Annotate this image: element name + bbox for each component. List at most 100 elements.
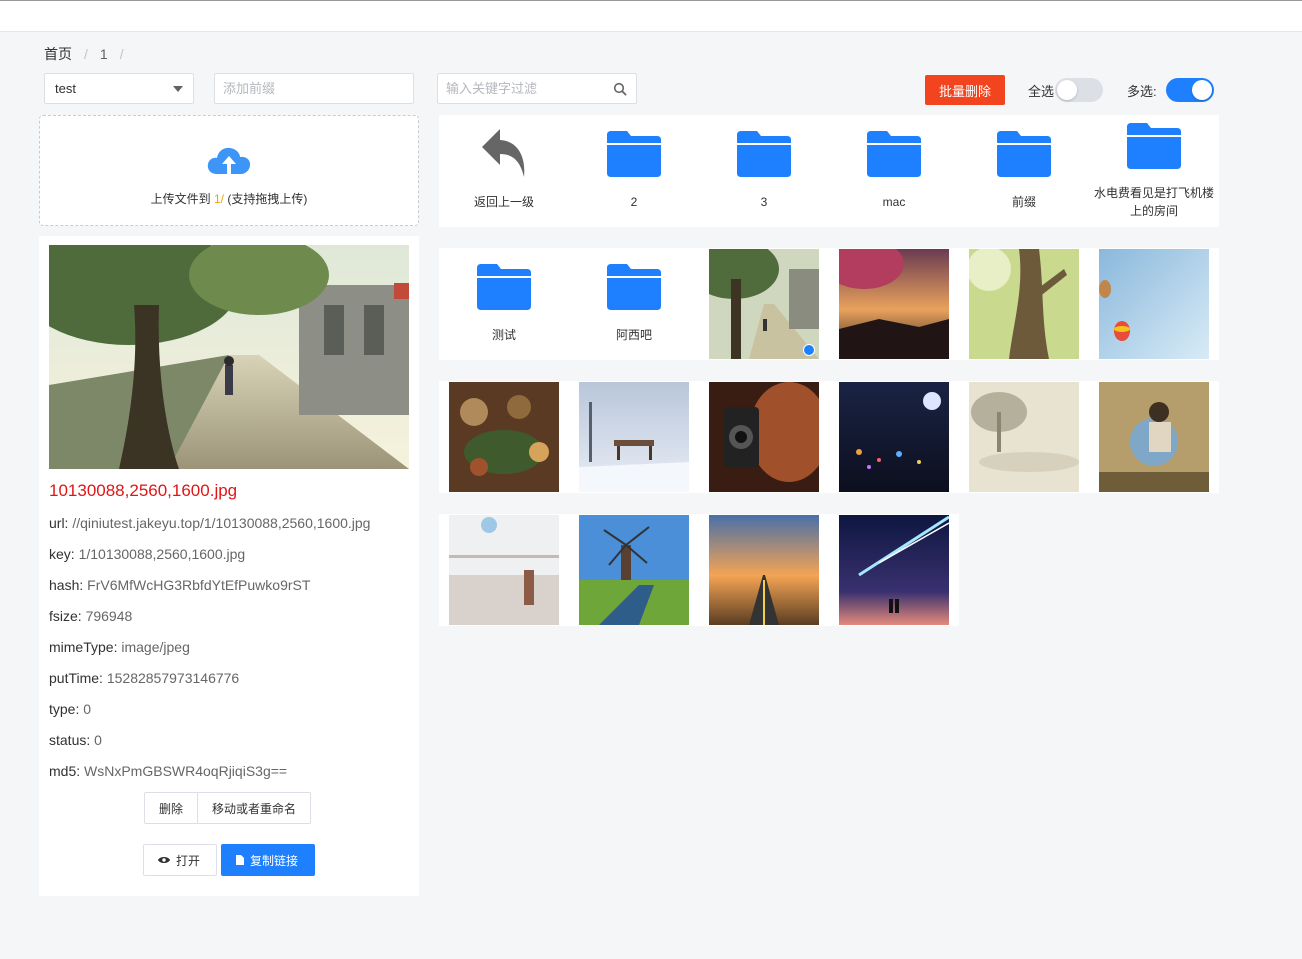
info-url: url: //qiniutest.jakeyu.top/1/10130088,2… bbox=[49, 515, 370, 531]
image-tile[interactable] bbox=[699, 248, 829, 360]
multi-select-label: 多选: bbox=[1127, 84, 1157, 99]
batch-delete-button[interactable]: 批量删除 bbox=[925, 75, 1005, 105]
selected-check-icon bbox=[803, 344, 815, 356]
delete-button[interactable]: 删除 bbox=[144, 792, 199, 824]
image-tile[interactable] bbox=[1089, 381, 1219, 493]
info-fsize: fsize: 796948 bbox=[49, 608, 132, 624]
toggle-knob bbox=[1057, 80, 1077, 100]
info-md5: md5: WsNxPmGBSWR4oqRjiqiS3g== bbox=[49, 763, 287, 779]
folder-icon bbox=[867, 131, 921, 177]
toggle-knob bbox=[1192, 80, 1212, 100]
folder-tile[interactable]: mac bbox=[829, 115, 959, 227]
image-tile[interactable] bbox=[439, 514, 569, 626]
image-tile[interactable] bbox=[569, 381, 699, 493]
info-key-label: key: bbox=[49, 546, 75, 562]
breadcrumb-separator: / bbox=[119, 46, 124, 62]
bucket-select-value: test bbox=[55, 81, 76, 96]
folder-name: 水电费看见是打飞机楼上的房间 bbox=[1093, 186, 1214, 218]
copy-link-button[interactable]: 复制链接 bbox=[221, 844, 315, 876]
file-name-title: 10130088,2560,1600.jpg bbox=[49, 481, 238, 500]
image-thumbnail bbox=[709, 249, 819, 359]
image-tile[interactable] bbox=[439, 381, 569, 493]
breadcrumb-separator: / bbox=[84, 46, 88, 62]
image-thumbnail bbox=[839, 249, 949, 359]
folder-name: 测试 bbox=[491, 328, 516, 342]
search-input[interactable] bbox=[438, 74, 608, 103]
info-key-label: type: bbox=[49, 701, 80, 717]
image-tile[interactable] bbox=[959, 248, 1089, 360]
info-url-value: //qiniutest.jakeyu.top/1/10130088,2560,1… bbox=[72, 515, 371, 531]
folder-name: 前缀 bbox=[1011, 195, 1036, 209]
folder-name: 阿西吧 bbox=[615, 328, 652, 342]
eye-icon bbox=[158, 857, 170, 863]
image-thumbnail bbox=[1099, 249, 1209, 359]
back-tile[interactable]: 返回上一级 bbox=[439, 115, 569, 227]
image-thumbnail bbox=[709, 382, 819, 492]
folder-name: mac bbox=[882, 195, 906, 209]
folder-icon bbox=[607, 131, 661, 177]
file-icon bbox=[236, 855, 244, 865]
folder-tile[interactable]: 水电费看见是打飞机楼上的房间 bbox=[1089, 115, 1219, 227]
folder-name: 3 bbox=[760, 195, 768, 209]
prefix-input[interactable] bbox=[214, 73, 414, 104]
info-status-value: 0 bbox=[94, 732, 102, 748]
info-mimetype-value: image/jpeg bbox=[121, 639, 190, 655]
upload-hint-prefix: 上传文件到 bbox=[150, 192, 214, 206]
folder-tile[interactable]: 测试 bbox=[439, 248, 569, 360]
multi-select-toggle[interactable] bbox=[1166, 78, 1214, 102]
folder-tile[interactable]: 2 bbox=[569, 115, 699, 227]
info-md5-value: WsNxPmGBSWR4oqRjiqiS3g== bbox=[84, 763, 288, 779]
info-key-label: url: bbox=[49, 515, 69, 531]
image-tile[interactable] bbox=[569, 514, 699, 626]
folder-icon bbox=[997, 131, 1051, 177]
folder-tile[interactable]: 阿西吧 bbox=[569, 248, 699, 360]
folder-tile[interactable]: 3 bbox=[699, 115, 829, 227]
image-tile[interactable] bbox=[699, 514, 829, 626]
image-thumbnail bbox=[969, 249, 1079, 359]
image-tile[interactable] bbox=[699, 381, 829, 493]
image-thumbnail bbox=[579, 382, 689, 492]
open-button-label: 打开 bbox=[176, 853, 201, 868]
info-status: status: 0 bbox=[49, 732, 102, 748]
info-key-label: hash: bbox=[49, 577, 84, 593]
info-type: type: 0 bbox=[49, 701, 91, 717]
image-tile[interactable] bbox=[829, 381, 959, 493]
image-thumbnail bbox=[1099, 382, 1209, 492]
folder-tile[interactable]: 前缀 bbox=[959, 115, 1089, 227]
info-key-value: 1/10130088,2560,1600.jpg bbox=[78, 546, 246, 562]
info-puttime-value: 15282857973146776 bbox=[106, 670, 240, 686]
folder-name: 2 bbox=[630, 195, 638, 209]
breadcrumb-home[interactable]: 首页 bbox=[44, 44, 72, 64]
info-hash-value: FrV6MfWcHG3RbfdYtEfPuwko9rST bbox=[87, 577, 311, 593]
breadcrumb-current[interactable]: 1 bbox=[100, 46, 108, 62]
image-thumbnail bbox=[449, 382, 559, 492]
info-key: key: 1/10130088,2560,1600.jpg bbox=[49, 546, 245, 562]
image-tile[interactable] bbox=[959, 381, 1089, 493]
move-rename-button[interactable]: 移动或者重命名 bbox=[198, 792, 312, 824]
info-type-value: 0 bbox=[83, 701, 92, 717]
image-thumbnail bbox=[839, 515, 949, 625]
image-tile[interactable] bbox=[1089, 248, 1219, 360]
folder-icon bbox=[607, 264, 661, 310]
upload-dropzone[interactable]: 上传文件到 1/ (支持拖拽上传) bbox=[39, 115, 419, 226]
breadcrumb: 首页 / 1 / bbox=[44, 44, 136, 64]
info-key-label: md5: bbox=[49, 763, 81, 779]
info-fsize-value: 796948 bbox=[85, 608, 133, 624]
caret-down-icon bbox=[173, 85, 183, 92]
select-all-toggle[interactable] bbox=[1055, 78, 1103, 102]
info-key-label: status: bbox=[49, 732, 91, 748]
image-thumbnail bbox=[449, 515, 559, 625]
image-thumbnail bbox=[969, 382, 1079, 492]
search-box[interactable] bbox=[437, 73, 637, 104]
back-arrow-icon bbox=[482, 129, 525, 177]
upload-path: 1/ bbox=[214, 192, 225, 206]
file-detail-panel: 10130088,2560,1600.jpg url: //qiniutest.… bbox=[39, 236, 419, 896]
image-tile[interactable] bbox=[829, 248, 959, 360]
image-thumbnail bbox=[839, 382, 949, 492]
search-icon[interactable] bbox=[613, 82, 627, 96]
upload-hint: 上传文件到 1/ (支持拖拽上传) bbox=[40, 190, 418, 207]
image-tile[interactable] bbox=[829, 514, 959, 626]
folder-icon bbox=[1127, 123, 1181, 169]
bucket-select[interactable]: test bbox=[44, 73, 194, 104]
open-button[interactable]: 打开 bbox=[143, 844, 217, 876]
